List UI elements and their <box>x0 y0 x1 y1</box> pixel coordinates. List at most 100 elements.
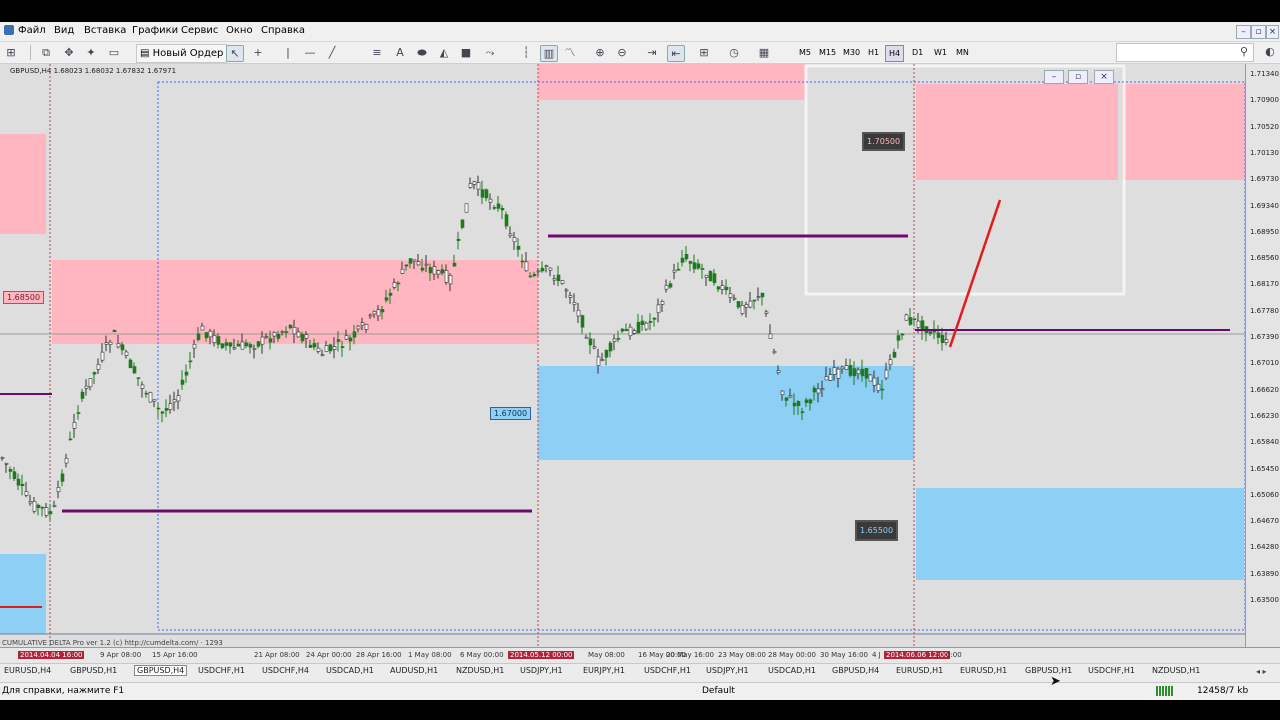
timeframe-m30[interactable]: M30 <box>840 45 863 60</box>
line-chart-icon[interactable]: 〽 <box>562 45 578 60</box>
timeframe-m5[interactable]: M5 <box>796 45 814 60</box>
chart-tab[interactable]: NZDUSD,H1 <box>456 666 504 675</box>
chart-tab[interactable]: USDJPY,H1 <box>520 666 563 675</box>
time-axis[interactable]: 2014.04.04 16:00 9 Apr 08:00 15 Apr 16:00 2… <box>0 647 1280 664</box>
chart-tab[interactable]: GBPUSD,H1 <box>1025 666 1072 675</box>
candle-body <box>396 282 401 285</box>
chart-tab[interactable]: EURUSD,H1 <box>960 666 1007 675</box>
candle-body <box>304 334 309 339</box>
timeframe-h4[interactable]: H4 <box>885 45 905 62</box>
candle-body <box>820 388 825 391</box>
menu-tools[interactable]: Сервис <box>181 25 218 36</box>
candle-body <box>780 390 785 395</box>
price-label[interactable]: 1.65500 <box>855 520 899 541</box>
zoom-out-icon[interactable]: ⊖ <box>614 45 630 60</box>
price-label[interactable]: 1.68500 <box>3 291 45 304</box>
vertical-line-icon[interactable]: | <box>280 45 296 60</box>
candle-body <box>740 305 745 314</box>
menu-help[interactable]: Справка <box>261 25 305 36</box>
chart-tab[interactable]: USDCHF,H1 <box>644 666 691 675</box>
candle-body <box>852 368 857 377</box>
timeframe-m15[interactable]: M15 <box>816 45 839 60</box>
chart-tab[interactable]: GBPUSD,H4 <box>134 665 188 676</box>
channel-icon[interactable]: ≡ <box>369 45 385 60</box>
chart-tab[interactable]: USDCHF,H4 <box>262 666 309 675</box>
panel-minimize-button[interactable]: – <box>1044 70 1064 84</box>
chart-tab[interactable]: USDCHF,H1 <box>198 666 245 675</box>
chart-tab[interactable]: EURUSD,H4 <box>4 666 51 675</box>
chart-tab[interactable]: EURUSD,H1 <box>896 666 943 675</box>
price-tick: 1.64670 <box>1250 517 1279 526</box>
candle-body <box>360 322 365 326</box>
price-tick: 1.69340 <box>1250 201 1279 210</box>
shapes-dropdown-icon[interactable]: ⤳ <box>482 45 498 60</box>
search-input[interactable] <box>1116 43 1254 62</box>
chart-tab[interactable]: AUDUSD,H1 <box>390 666 438 675</box>
new-chart-icon[interactable]: ⊞ <box>3 45 19 60</box>
demand-zone <box>538 366 914 460</box>
search-icon[interactable]: ⚲ <box>1236 44 1252 59</box>
menu-charts[interactable]: Графики <box>132 25 178 36</box>
menu-view[interactable]: Вид <box>54 25 74 36</box>
candle-body <box>936 332 941 338</box>
cursor-tool-icon[interactable]: ↖ <box>226 45 244 62</box>
candle-body <box>240 341 245 350</box>
menu-window[interactable]: Окно <box>226 25 253 36</box>
chart-tab[interactable]: GBPUSD,H1 <box>70 666 117 675</box>
chart-tab[interactable]: USDCHF,H1 <box>1088 666 1135 675</box>
horizontal-line-icon[interactable]: — <box>302 45 318 60</box>
price-axis[interactable]: 1.71340 1.70900 1.70520 1.70130 1.69730 1.693… <box>1245 64 1280 647</box>
timeframe-h1[interactable]: H1 <box>865 45 882 60</box>
periods-icon[interactable]: ◷ <box>726 45 742 60</box>
candle-body <box>596 356 601 366</box>
chart-title: GBPUSD,H4 1.68023 1.68032 1.67832 1.6797… <box>10 67 177 75</box>
profiles-icon[interactable]: ⧉ <box>38 45 54 60</box>
toolbar-separator <box>30 45 31 60</box>
timeframe-w1[interactable]: W1 <box>931 45 950 60</box>
autoscroll-icon[interactable]: ⇥ <box>644 45 660 60</box>
price-label[interactable]: 1.70500 <box>862 132 906 151</box>
chart-shift-icon[interactable]: ⇤ <box>667 45 685 62</box>
bar-chart-icon[interactable]: ┆ <box>518 45 534 60</box>
candle-body <box>660 301 665 305</box>
arrow-tool-icon[interactable]: ◭ <box>436 45 452 60</box>
indicators-icon[interactable]: ⊞ <box>696 45 712 60</box>
price-chart[interactable] <box>0 64 1245 647</box>
trendline-icon[interactable]: ╱ <box>324 45 340 60</box>
new-order-button[interactable]: ▤ Новый Ордер <box>136 44 228 63</box>
tab-scroll-arrows[interactable]: ◂ ▸ <box>1256 667 1267 676</box>
candle-body <box>940 335 945 344</box>
text-tool-icon[interactable]: A <box>392 45 408 60</box>
chart-tab[interactable]: NZDUSD,H1 <box>1152 666 1200 675</box>
panel-restore-button[interactable]: ▫ <box>1068 70 1088 84</box>
panel-close-button[interactable]: × <box>1094 70 1114 84</box>
close-button[interactable]: × <box>1266 25 1279 39</box>
candle-chart-icon[interactable]: ▥ <box>540 45 558 62</box>
timeframe-d1[interactable]: D1 <box>909 45 926 60</box>
ellipse-tool-icon[interactable]: ⬬ <box>414 45 430 60</box>
zoom-in-icon[interactable]: ⊕ <box>592 45 608 60</box>
candle-body <box>272 332 277 337</box>
templates-icon[interactable]: ▦ <box>756 45 772 60</box>
chart-tab[interactable]: GBPUSD,H4 <box>832 666 879 675</box>
rectangle-tool-icon[interactable]: ■ <box>458 45 474 60</box>
candle-body <box>600 359 605 361</box>
crosshair-tool-icon[interactable]: + <box>250 45 266 60</box>
price-label[interactable]: 1.67000 <box>490 407 532 420</box>
community-icon[interactable]: ◐ <box>1262 44 1278 59</box>
menu-file[interactable]: Файл <box>18 25 46 36</box>
chart-tab[interactable]: EURJPY,H1 <box>583 666 625 675</box>
chart-tab[interactable]: USDCAD,H1 <box>768 666 816 675</box>
chart-tab[interactable]: USDCAD,H1 <box>326 666 374 675</box>
chart-tab[interactable]: USDJPY,H1 <box>706 666 749 675</box>
timeframe-mn[interactable]: MN <box>953 45 972 60</box>
navigator-icon[interactable]: ✥ <box>61 45 77 60</box>
candle-body <box>868 374 873 382</box>
price-tick: 1.63500 <box>1250 596 1279 604</box>
terminal-icon[interactable]: ▭ <box>106 45 122 60</box>
menu-insert[interactable]: Вставка <box>84 25 126 36</box>
candle-body <box>888 359 893 366</box>
market-watch-icon[interactable]: ✦ <box>83 45 99 60</box>
restore-button[interactable]: ▫ <box>1251 25 1266 39</box>
minimize-button[interactable]: – <box>1236 25 1251 39</box>
